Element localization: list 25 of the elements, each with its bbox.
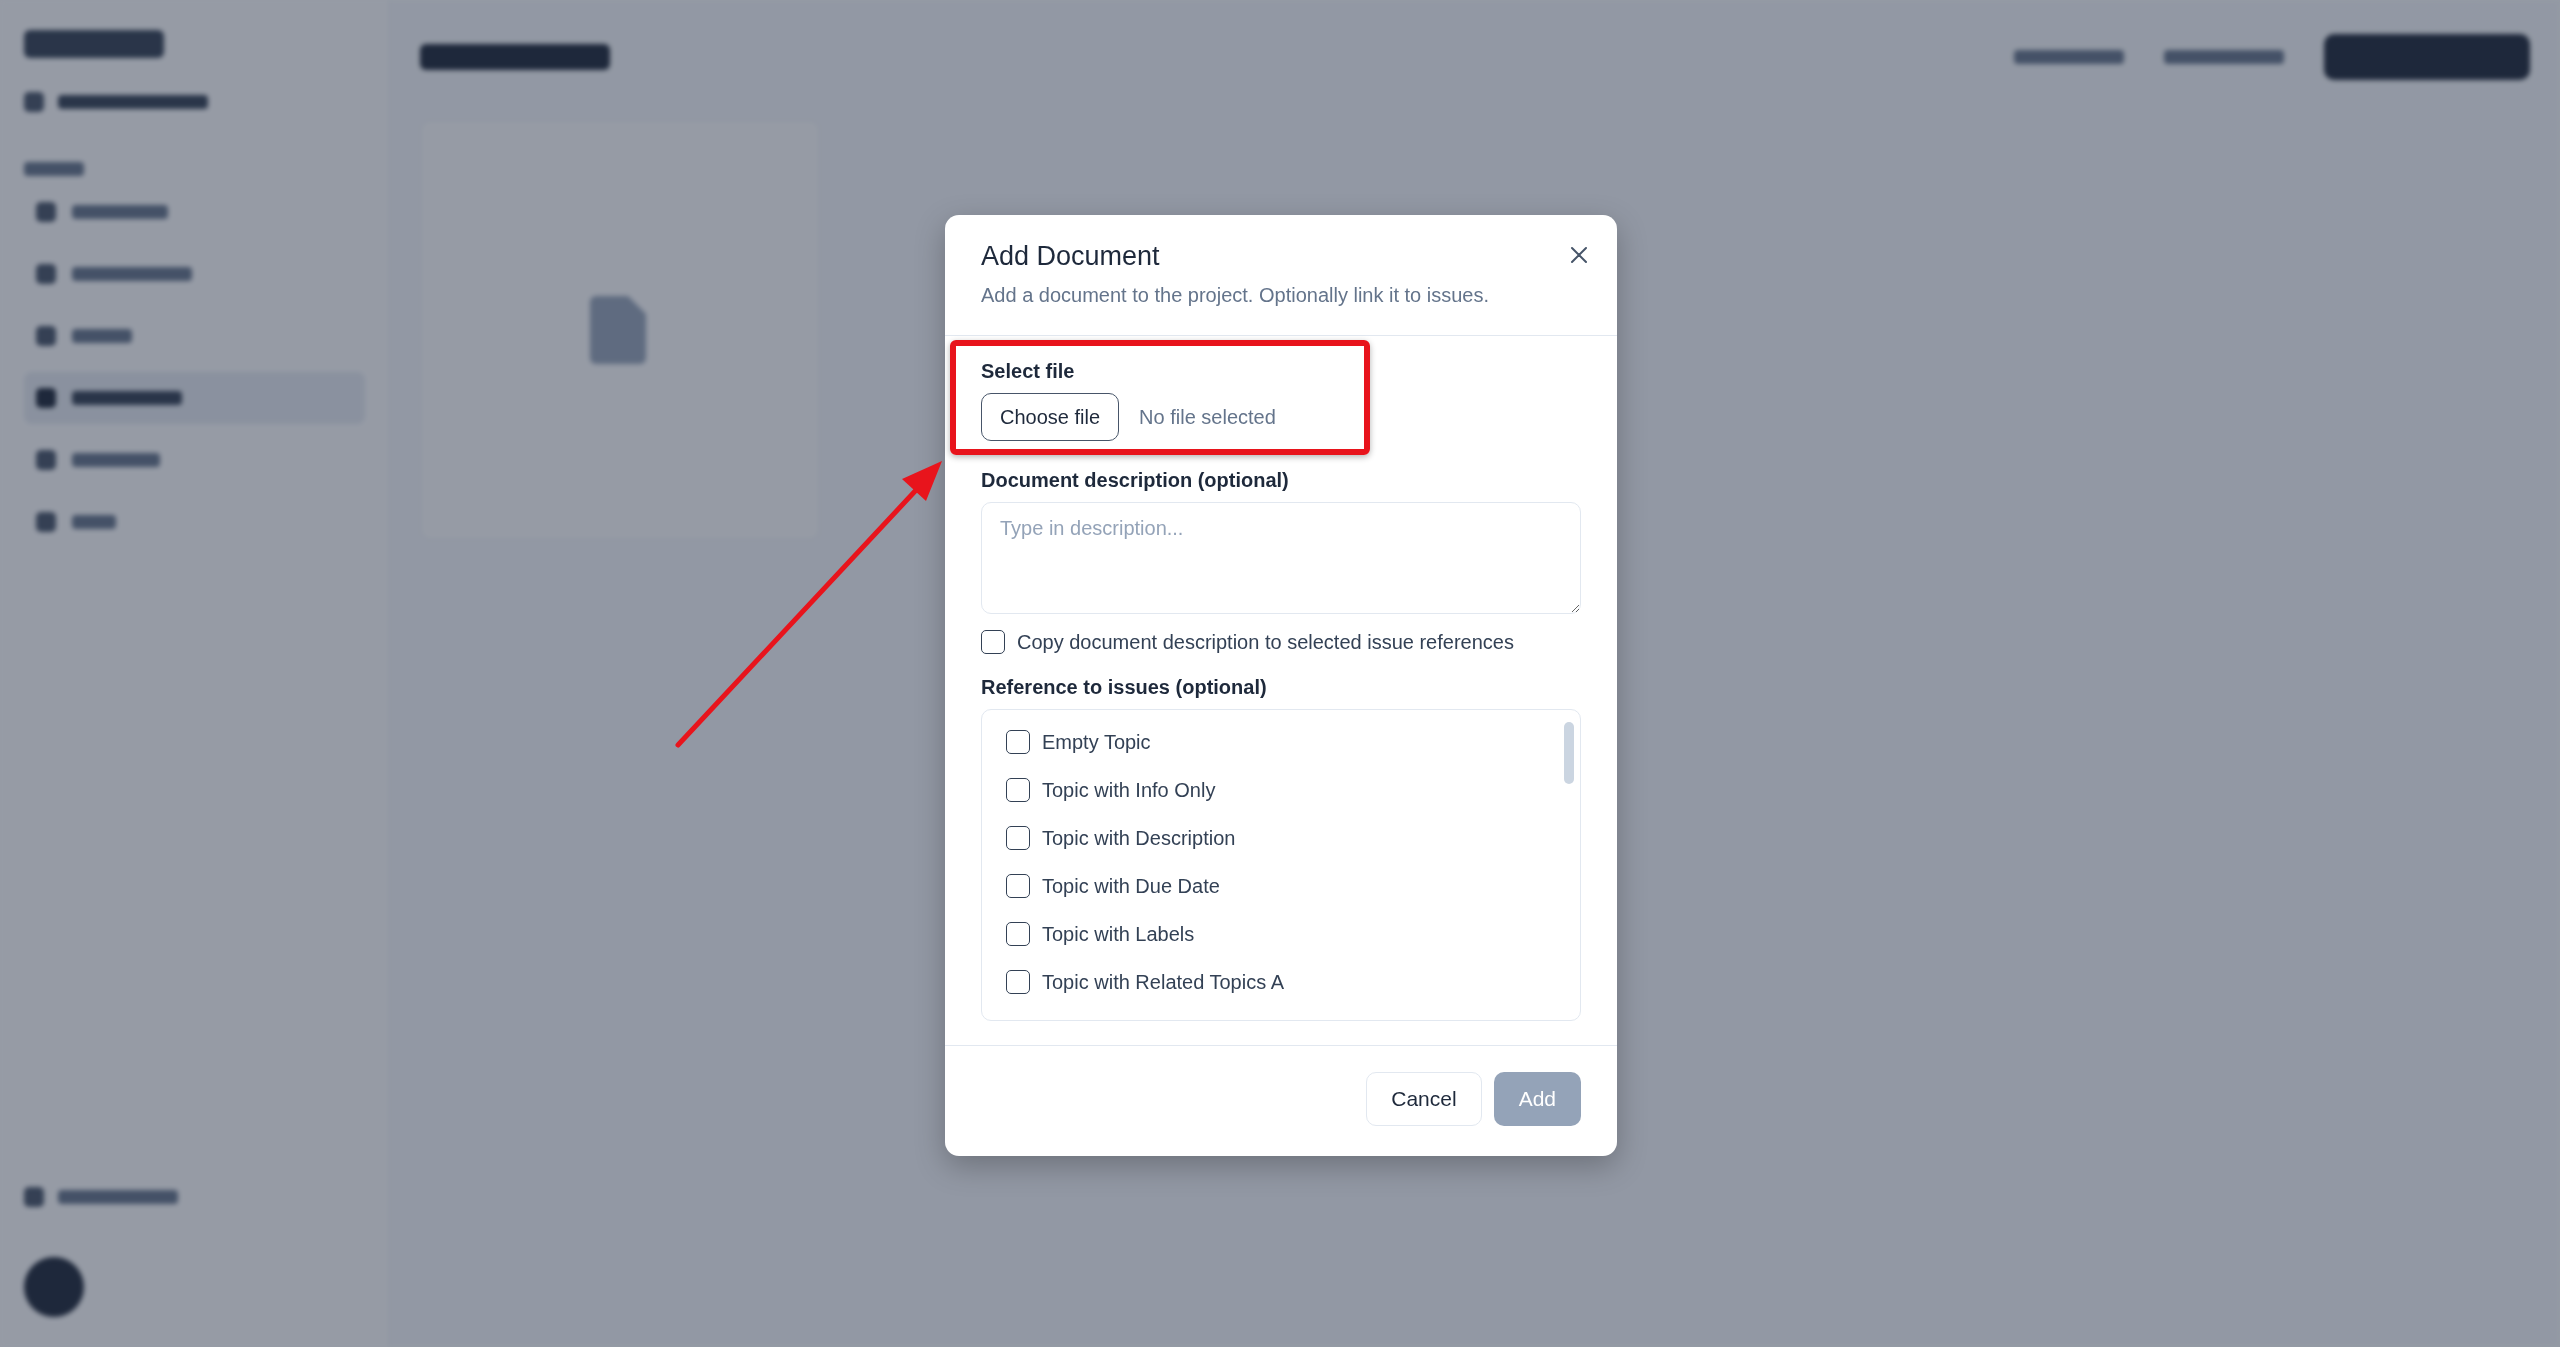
checkbox-label: Topic with Due Date: [1042, 874, 1220, 898]
file-status: No file selected: [1139, 405, 1276, 429]
checkbox[interactable]: [1006, 874, 1030, 898]
field-label: Document description (optional): [981, 469, 1289, 492]
scrollbar-thumb[interactable]: [1564, 722, 1574, 784]
checkbox-label: Topic with Description: [1042, 826, 1236, 850]
dialog-description: Add a document to the project. Optionally link it to issues.: [981, 284, 1491, 307]
checkbox-label: Empty Topic: [1042, 730, 1151, 754]
dialog-title: Add Document: [981, 241, 1160, 272]
field-label: Reference to issues (optional): [981, 676, 1267, 699]
description-field[interactable]: Type in description...: [981, 502, 1581, 614]
checkbox-label: Topic with Info Only: [1042, 778, 1216, 802]
checkbox[interactable]: [1006, 826, 1030, 850]
checkbox-label: Topic with Labels: [1042, 922, 1195, 946]
checkbox[interactable]: [1006, 778, 1030, 802]
checkbox[interactable]: [1006, 922, 1030, 946]
close-icon: [1569, 245, 1589, 265]
checkbox-label: Topic with Related Topics A: [1042, 970, 1284, 994]
field-label: Select file: [981, 360, 1075, 383]
choose-file-button[interactable]: Choose file: [981, 393, 1120, 441]
checkbox[interactable]: [1006, 970, 1030, 994]
checkbox[interactable]: [1006, 730, 1030, 754]
checkbox-label: Copy document description to selected issue references: [1017, 630, 1514, 654]
checkbox[interactable]: [981, 630, 1005, 654]
cancel-button[interactable]: Cancel: [1366, 1072, 1482, 1126]
